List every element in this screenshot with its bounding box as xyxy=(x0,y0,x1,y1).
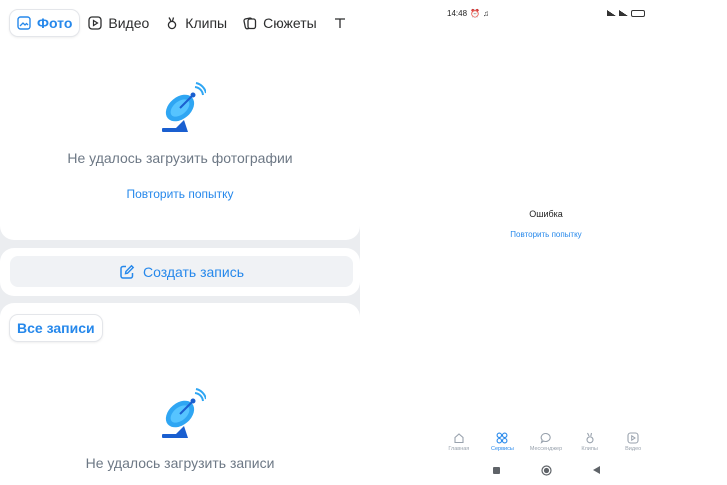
nav-video[interactable]: Видео xyxy=(613,432,653,460)
phone-screen: 14:48 ⏰ ♫ Ошибка Повторить попытку Главн… xyxy=(437,0,655,485)
bottom-nav: Главная Сервисы Мессенджер Клипы Видео xyxy=(437,432,655,460)
status-bar: 14:48 ⏰ ♫ xyxy=(447,7,645,19)
status-time: 14:48 xyxy=(447,8,468,18)
media-card: Фото Видео Клипы Сюжеты Не удалось загру… xyxy=(0,0,360,240)
create-post-card: Создать запись xyxy=(0,248,360,296)
video-icon xyxy=(627,432,639,444)
satellite-dish-icon xyxy=(162,388,206,438)
tab-more-clipped[interactable] xyxy=(326,10,354,36)
photos-retry-link[interactable]: Повторить попытку xyxy=(0,187,360,201)
home-icon xyxy=(454,433,464,444)
back-button-icon[interactable] xyxy=(592,465,601,475)
nav-messenger[interactable]: Мессенджер xyxy=(526,432,566,460)
tab-stories[interactable]: Сюжеты xyxy=(236,10,324,36)
nav-messenger-label: Мессенджер xyxy=(529,446,563,452)
signal-icon xyxy=(619,10,628,16)
battery-icon xyxy=(631,9,645,17)
home-button-icon[interactable] xyxy=(540,464,552,476)
photos-error-text: Не удалось загрузить фотографии xyxy=(67,150,293,166)
tab-clips-label: Клипы xyxy=(185,15,228,31)
retry-link[interactable]: Повторить попытку xyxy=(437,230,655,239)
tab-clips[interactable]: Клипы xyxy=(158,10,234,36)
recents-button-icon[interactable] xyxy=(492,466,501,475)
create-post-label: Создать запись xyxy=(143,263,244,280)
clips-icon xyxy=(168,17,177,30)
signal-icon xyxy=(607,10,616,16)
video-icon xyxy=(88,16,103,30)
edit-icon xyxy=(120,264,135,279)
posts-error-text: Не удалось загрузить записи xyxy=(85,455,275,471)
create-post-button[interactable]: Создать запись xyxy=(10,256,353,287)
headphones-icon: ♫ xyxy=(483,8,489,18)
profile-media-panel: Фото Видео Клипы Сюжеты Не удалось загру… xyxy=(0,0,360,485)
nav-services-label: Сервисы xyxy=(490,446,514,452)
nav-clips-label: Клипы xyxy=(581,446,598,452)
clips-icon xyxy=(586,432,594,444)
all-posts-tab[interactable]: Все записи xyxy=(10,315,102,341)
alarm-icon: ⏰ xyxy=(470,8,480,18)
nav-home[interactable]: Главная xyxy=(439,432,479,460)
nav-home-label: Главная xyxy=(448,446,470,452)
stories-icon xyxy=(243,17,257,30)
photo-icon xyxy=(17,16,31,30)
messenger-icon xyxy=(540,432,551,444)
satellite-dish-icon xyxy=(162,82,206,132)
system-navigation xyxy=(437,463,655,477)
tab-photo-label: Фото xyxy=(37,15,73,31)
posts-card: Все записи Не удалось загрузить записи xyxy=(0,303,360,485)
services-icon xyxy=(496,432,508,444)
tab-photo[interactable]: Фото xyxy=(10,10,80,36)
text-icon xyxy=(334,18,345,28)
nav-video-label: Видео xyxy=(625,446,642,452)
nav-services[interactable]: Сервисы xyxy=(482,432,522,460)
error-title: Ошибка xyxy=(529,209,563,219)
tab-video[interactable]: Видео xyxy=(81,10,156,36)
nav-clips[interactable]: Клипы xyxy=(570,432,610,460)
tab-stories-label: Сюжеты xyxy=(263,15,317,31)
tab-video-label: Видео xyxy=(108,15,150,31)
media-tabs: Фото Видео Клипы Сюжеты xyxy=(10,10,356,36)
